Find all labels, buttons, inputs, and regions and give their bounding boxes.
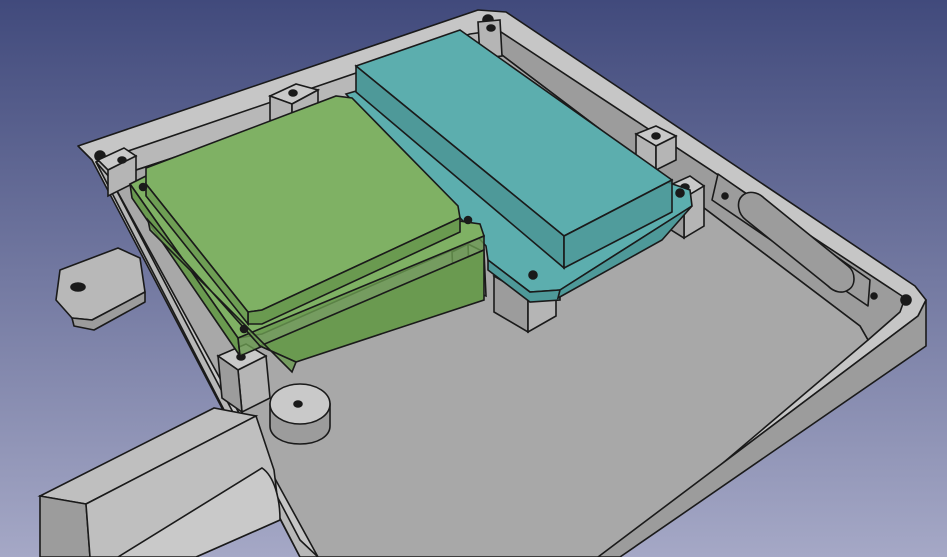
corner-hole-right (900, 294, 912, 306)
3d-scene[interactable] (0, 0, 947, 557)
green-module-hole (463, 215, 473, 225)
mounting-tab-hole (70, 282, 86, 292)
cable-port-screw-b (870, 292, 878, 300)
green-module-hole (239, 324, 249, 334)
floor-boss[interactable] (269, 383, 331, 445)
pipe-front (39, 495, 91, 557)
cyan-module-hole (675, 188, 685, 198)
cyan-module-hole (528, 270, 538, 280)
green-module-hole (138, 182, 148, 192)
3d-viewport[interactable] (0, 0, 947, 557)
cable-port-screw-a (721, 192, 729, 200)
